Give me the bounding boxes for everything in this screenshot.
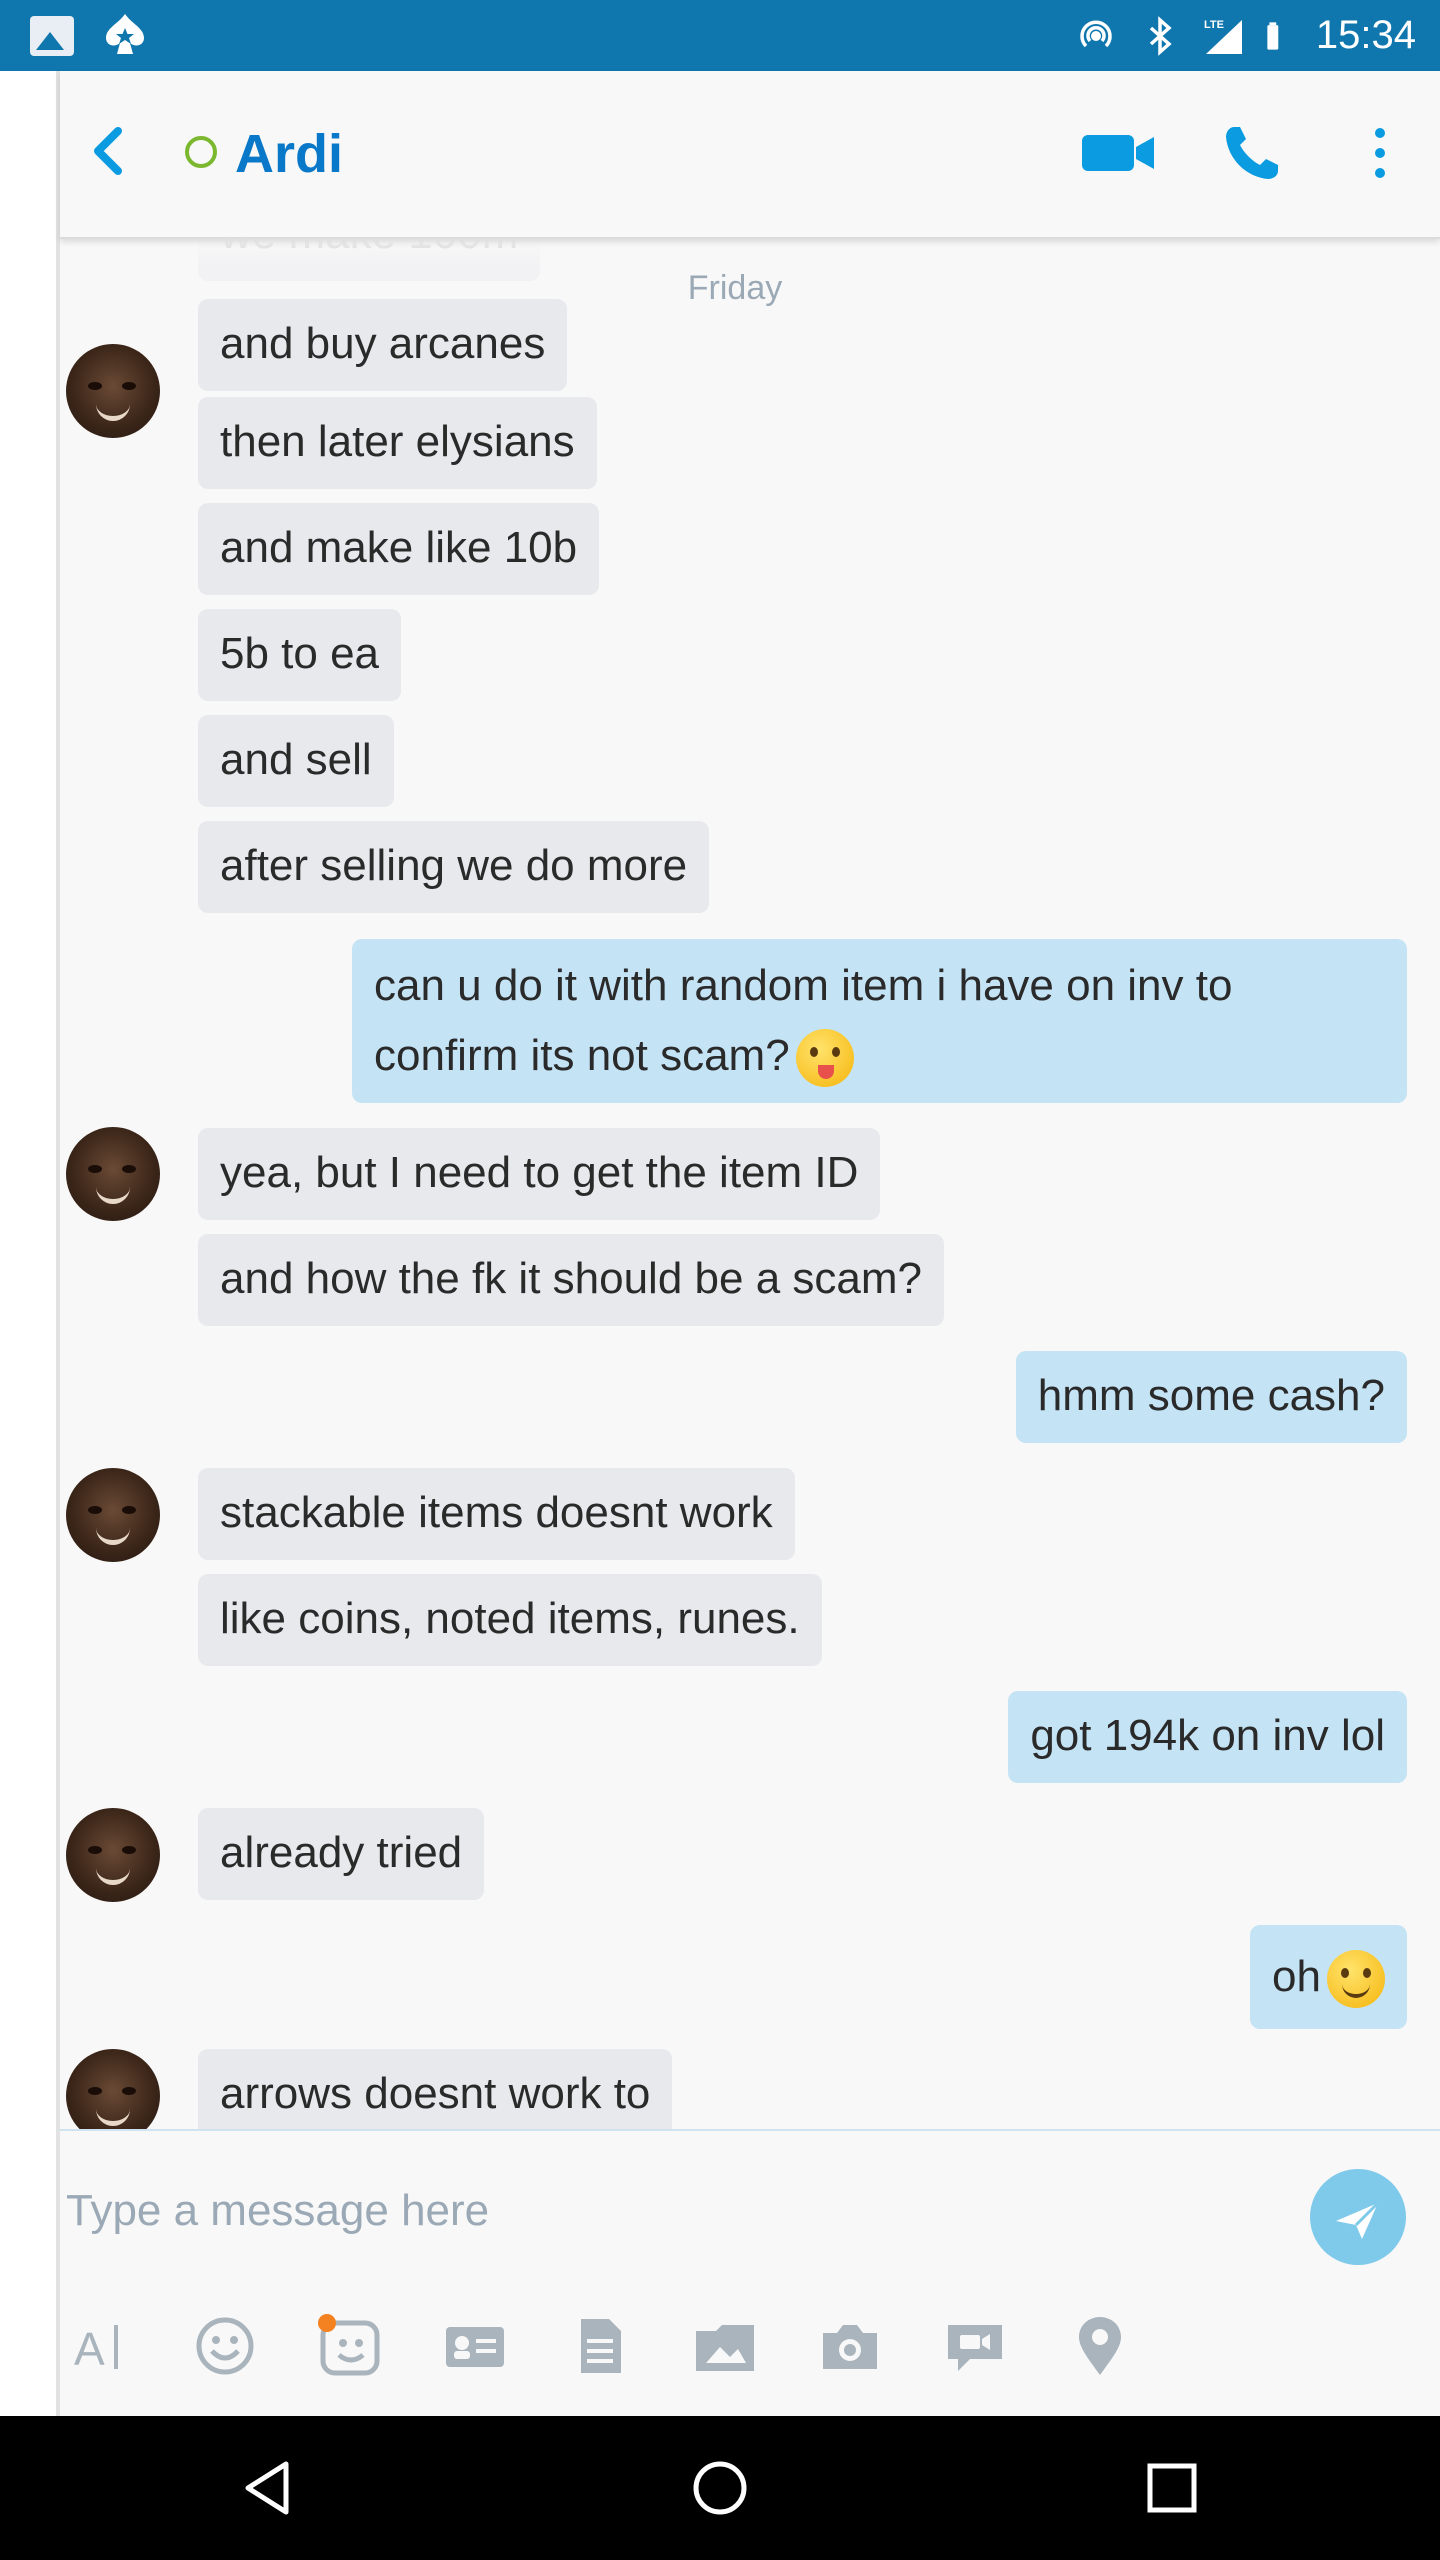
system-nav-bar <box>0 2416 1440 2560</box>
phone-icon[interactable] <box>1220 121 1284 185</box>
more-vertical-icon[interactable] <box>1360 121 1400 185</box>
message-input[interactable] <box>66 2171 1266 2251</box>
composer-toolbar: A <box>60 2311 1170 2391</box>
video-call-icon[interactable] <box>1080 123 1156 183</box>
message-bubble-outgoing[interactable]: hmm some cash? <box>1015 1351 1407 1443</box>
message-text: oh <box>1272 1952 1321 2001</box>
recents-nav-icon[interactable] <box>1142 2458 1202 2518</box>
signal-icon: LTE <box>1204 19 1242 54</box>
media-icon[interactable] <box>690 2311 760 2381</box>
poker-app-icon <box>106 14 144 54</box>
message-bubble[interactable]: already tried <box>198 1808 485 1900</box>
send-button[interactable] <box>1310 2169 1406 2265</box>
message-bubble[interactable]: stackable items doesnt work <box>198 1468 795 1560</box>
avatar[interactable] <box>66 1127 160 1221</box>
home-nav-icon[interactable] <box>690 2458 750 2518</box>
file-icon[interactable] <box>565 2311 635 2381</box>
message-bubble[interactable]: and make like 10b <box>198 503 600 595</box>
side-panel-edge <box>0 71 60 2416</box>
gallery-icon <box>30 16 74 56</box>
avatar[interactable] <box>66 1808 160 1902</box>
mojis-icon[interactable] <box>315 2311 385 2381</box>
conversation-header: Ardi <box>60 71 1440 239</box>
back-chevron-icon[interactable] <box>80 121 140 181</box>
message-composer: A <box>60 2129 1440 2416</box>
message-bubble[interactable]: then later elysians <box>198 397 597 489</box>
camera-icon[interactable] <box>815 2311 885 2381</box>
back-nav-icon[interactable] <box>238 2458 298 2518</box>
battery-icon <box>1267 21 1279 50</box>
network-type-label: LTE <box>1204 19 1224 31</box>
smile-emoji-icon <box>1327 1950 1385 2009</box>
contact-card-icon[interactable] <box>440 2311 510 2381</box>
text-format-icon[interactable]: A <box>70 2311 140 2381</box>
message-bubble[interactable]: and sell <box>198 715 394 807</box>
bluetooth-icon <box>1149 15 1172 56</box>
presence-indicator <box>185 136 217 168</box>
message-bubble[interactable]: arrows doesnt work to <box>198 2049 673 2129</box>
message-bubble[interactable]: yea, but I need to get the item ID <box>198 1128 881 1220</box>
avatar[interactable] <box>66 344 160 438</box>
avatar[interactable] <box>66 1468 160 1562</box>
emoticon-icon[interactable] <box>190 2311 260 2381</box>
video-message-icon[interactable] <box>940 2311 1010 2381</box>
hotspot-icon <box>1080 19 1112 47</box>
message-bubble[interactable]: after selling we do more <box>198 821 710 913</box>
message-bubble[interactable]: like coins, noted items, runes. <box>198 1574 822 1666</box>
avatar[interactable] <box>66 2049 160 2129</box>
status-bar: LTE 15:34 <box>0 0 1440 71</box>
send-icon <box>1336 2201 1380 2239</box>
message-bubble-outgoing[interactable]: got 194k on inv lol <box>1008 1691 1407 1783</box>
contact-name[interactable]: Ardi <box>235 123 343 185</box>
message-bubble[interactable]: and how the fk it should be a scam? <box>198 1234 944 1326</box>
message-bubble[interactable]: 5b to ea <box>198 609 402 701</box>
clock: 15:34 <box>1315 13 1416 57</box>
message-list[interactable]: we make 100m Friday and buy arcanes then… <box>60 239 1440 2129</box>
tongue-emoji-icon <box>795 1029 854 1088</box>
message-bubble[interactable]: and buy arcanes <box>198 299 568 391</box>
message-bubble-outgoing[interactable]: oh <box>1250 1925 1407 2029</box>
message-bubble-outgoing[interactable]: can u do it with random item i have on i… <box>352 939 1407 1103</box>
scroll-fade <box>60 239 1440 269</box>
svg-text:A: A <box>74 2323 105 2375</box>
location-icon[interactable] <box>1065 2311 1135 2381</box>
